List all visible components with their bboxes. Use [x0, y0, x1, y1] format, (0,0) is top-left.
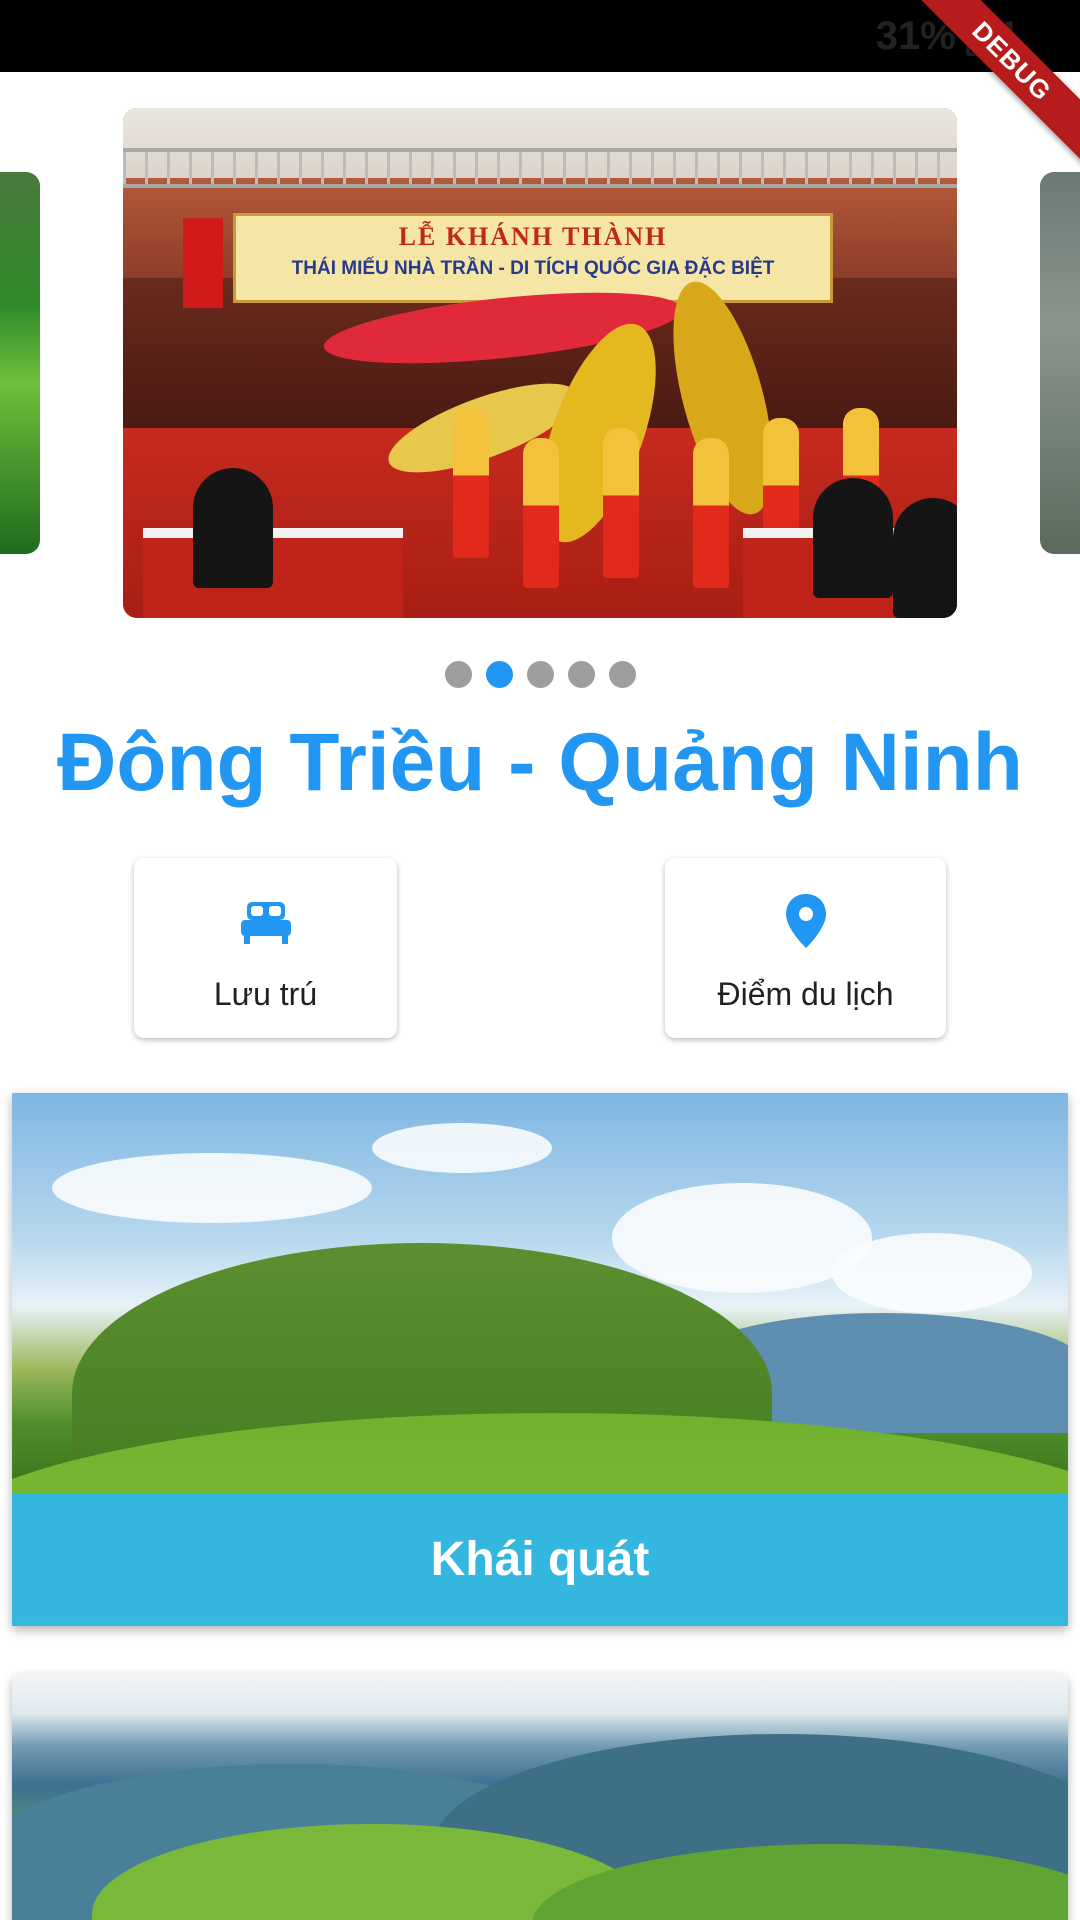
photo-flag: [183, 218, 223, 308]
carousel-slide-current[interactable]: LỄ KHÁNH THÀNH THÁI MIẾU NHÀ TRẦN - DI T…: [123, 108, 957, 618]
overview-card[interactable]: Khái quát: [12, 1093, 1068, 1626]
photo-performer: [603, 428, 639, 578]
photo-performer: [693, 438, 729, 588]
banner-subtitle: THÁI MIẾU NHÀ TRẦN - DI TÍCH QUỐC GIA ĐẶ…: [291, 258, 775, 279]
landscape-card[interactable]: [12, 1674, 1068, 1920]
accommodation-button[interactable]: Lưu trú: [134, 858, 397, 1038]
bed-icon: [240, 902, 291, 944]
page-dot-active[interactable]: [485, 661, 513, 688]
photo-guest-table: [143, 528, 403, 618]
accommodation-label: Lưu trú: [213, 976, 318, 1012]
landscape-photo: [12, 1674, 1068, 1920]
photo-ceremony-banner: LỄ KHÁNH THÀNH THÁI MIẾU NHÀ TRẦN - DI T…: [233, 213, 833, 303]
photo-guest: [893, 498, 957, 618]
photo-guest: [193, 468, 273, 588]
tourist-spots-button[interactable]: Điểm du lịch: [665, 858, 946, 1038]
page-dot[interactable]: [444, 661, 472, 688]
page-title: Đông Triều - Quảng Ninh: [57, 717, 1023, 808]
photo-cloud: [372, 1123, 552, 1173]
photo-performer: [523, 438, 559, 588]
carousel-page-indicator: [0, 661, 1080, 688]
photo-stage-truss: [123, 148, 957, 188]
status-bar: 31% 1: [0, 0, 1080, 72]
page-dot[interactable]: [526, 661, 554, 688]
overview-caption: Khái quát: [430, 1533, 650, 1586]
photo-cloud: [52, 1153, 372, 1223]
page-dot[interactable]: [567, 661, 595, 688]
overview-caption-bar: Khái quát: [12, 1493, 1068, 1626]
photo-cloud: [832, 1233, 1032, 1313]
banner-title: LỄ KHÁNH THÀNH: [398, 222, 668, 251]
photo-guest: [813, 478, 893, 598]
carousel-slide-previous[interactable]: [0, 172, 40, 554]
carousel-slide-next[interactable]: [1040, 172, 1080, 554]
page-dot[interactable]: [608, 661, 636, 688]
photo-performer: [453, 408, 489, 558]
image-carousel[interactable]: LỄ KHÁNH THÀNH THÁI MIẾU NHÀ TRẦN - DI T…: [0, 72, 1080, 632]
location-pin-icon: [785, 894, 826, 948]
tourist-spots-label: Điểm du lịch: [717, 976, 894, 1012]
